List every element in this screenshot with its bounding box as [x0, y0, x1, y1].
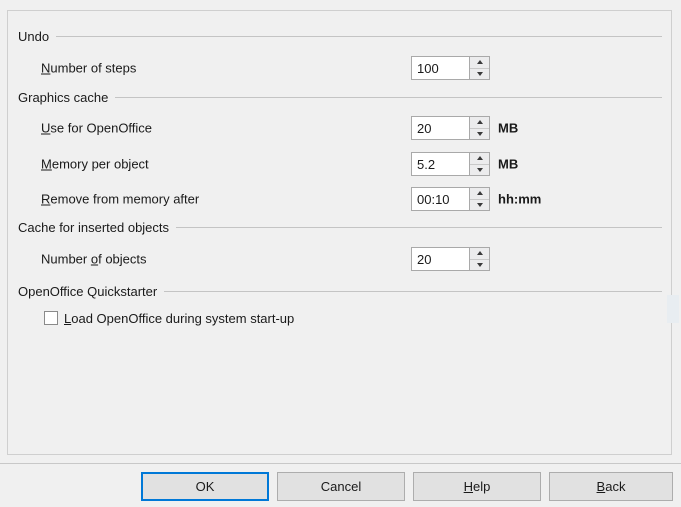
- dialog-button-bar: OK Cancel Help Back: [0, 472, 681, 501]
- group-rule-cache-inserted-objects: [176, 227, 662, 228]
- spinner-value-remove-from-memory-after[interactable]: 00:10: [412, 188, 469, 210]
- group-label-quickstarter: OpenOffice Quickstarter: [18, 284, 158, 299]
- button-bar-separator: [0, 463, 681, 464]
- unit-memory-per-object: MB: [498, 156, 519, 172]
- caret-down-icon[interactable]: [470, 68, 489, 79]
- back-button-label: Back: [596, 479, 626, 494]
- group-header-quickstarter: OpenOffice Quickstarter: [18, 283, 662, 300]
- spinner-buttons-number-of-steps: [469, 57, 489, 79]
- label-memory-per-object: Memory per object: [41, 156, 149, 172]
- caret-up-icon[interactable]: [470, 57, 489, 69]
- unit-remove-from-memory-after: hh:mm: [498, 191, 542, 207]
- caret-up-icon[interactable]: [470, 117, 489, 129]
- group-header-cache-inserted-objects: Cache for inserted objects: [18, 219, 662, 236]
- checkbox-label-load-openoffice-during-startup: Load OpenOffice during system start-up: [64, 310, 295, 326]
- caret-up-icon[interactable]: [470, 153, 489, 165]
- spinner-remove-from-memory-after[interactable]: 00:10: [411, 187, 490, 211]
- group-header-graphics-cache: Graphics cache: [18, 89, 662, 106]
- caret-up-icon[interactable]: [470, 248, 489, 260]
- spinner-buttons-use-for-openoffice: [469, 117, 489, 139]
- ok-button[interactable]: OK: [141, 472, 269, 501]
- group-header-undo: Undo: [18, 28, 662, 45]
- checkbox-row-load-during-startup[interactable]: Load OpenOffice during system start-up: [8, 308, 671, 328]
- spinner-number-of-objects[interactable]: 20: [411, 247, 490, 271]
- field-row-number-of-objects: Number of objects 20: [8, 247, 671, 271]
- group-rule-undo: [56, 36, 662, 37]
- label-number-of-steps: Number of steps: [41, 60, 137, 76]
- spinner-value-use-for-openoffice[interactable]: 20: [412, 117, 469, 139]
- caret-down-icon[interactable]: [470, 199, 489, 210]
- caret-down-icon[interactable]: [470, 164, 489, 175]
- spinner-buttons-memory-per-object: [469, 153, 489, 175]
- unit-use-for-openoffice: MB: [498, 120, 519, 136]
- spinner-value-number-of-steps[interactable]: 100: [412, 57, 469, 79]
- label-remove-from-memory-after: Remove from memory after: [41, 191, 200, 207]
- spinner-memory-per-object[interactable]: 5.2: [411, 152, 490, 176]
- checkbox-load-openoffice-during-startup[interactable]: [44, 311, 58, 325]
- group-label-undo: Undo: [18, 29, 50, 44]
- caret-down-icon[interactable]: [470, 128, 489, 139]
- spinner-buttons-number-of-objects: [469, 248, 489, 270]
- options-content-panel: Undo Number of steps 100 Graphics cache …: [7, 10, 679, 455]
- help-button[interactable]: Help: [413, 472, 541, 501]
- group-rule-graphics-cache: [115, 97, 662, 98]
- cancel-button[interactable]: Cancel: [277, 472, 405, 501]
- group-label-cache-inserted-objects: Cache for inserted objects: [18, 220, 170, 235]
- group-label-graphics-cache: Graphics cache: [18, 90, 109, 105]
- back-button[interactable]: Back: [549, 472, 673, 501]
- spinner-number-of-steps[interactable]: 100: [411, 56, 490, 80]
- group-rule-quickstarter: [164, 291, 662, 292]
- spinner-value-memory-per-object[interactable]: 5.2: [412, 153, 469, 175]
- spinner-value-number-of-objects[interactable]: 20: [412, 248, 469, 270]
- spinner-buttons-remove-from-memory-after: [469, 188, 489, 210]
- spinner-use-for-openoffice[interactable]: 20: [411, 116, 490, 140]
- cancel-button-label: Cancel: [320, 479, 362, 494]
- field-row-number-of-steps: Number of steps 100: [8, 56, 671, 80]
- label-number-of-objects: Number of objects: [41, 251, 147, 267]
- field-row-use-for-openoffice: Use for OpenOffice 20 MB: [8, 116, 671, 140]
- label-use-for-openoffice: Use for OpenOffice: [41, 120, 153, 136]
- field-row-memory-per-object: Memory per object 5.2 MB: [8, 152, 671, 176]
- caret-down-icon[interactable]: [470, 259, 489, 270]
- help-button-label: Help: [463, 479, 491, 494]
- ok-button-label: OK: [195, 479, 215, 494]
- caret-up-icon[interactable]: [470, 188, 489, 200]
- field-row-remove-from-memory-after: Remove from memory after 00:10 hh:mm: [8, 187, 671, 211]
